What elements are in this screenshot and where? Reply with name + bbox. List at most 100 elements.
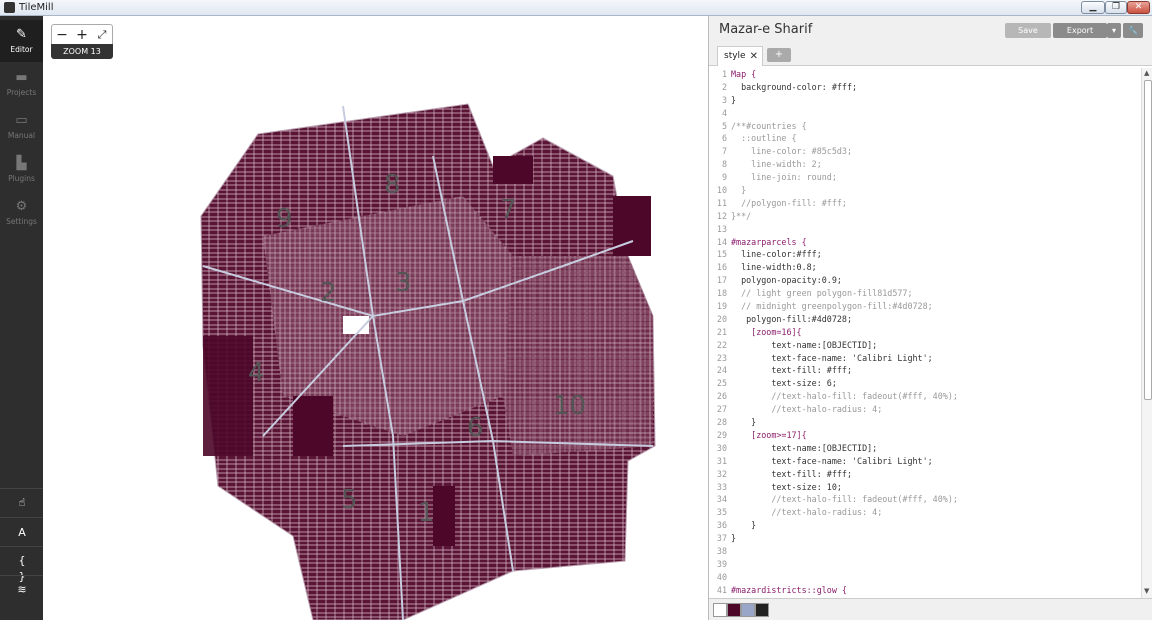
code-line[interactable] (731, 545, 958, 558)
district-label: 3 (395, 268, 412, 298)
sidebar-item-plugins[interactable]: ▙ Plugins (0, 149, 43, 191)
district-label: 8 (384, 170, 401, 200)
folder-icon: ▬ (15, 70, 28, 85)
wrench-icon[interactable]: 🔧 (1123, 23, 1143, 38)
code-line[interactable]: ::outline { (731, 132, 958, 145)
sidebar-item-settings[interactable]: ⚙ Settings (0, 192, 43, 234)
code-line[interactable]: // light green polygon-fill81d577; (731, 287, 958, 300)
zoom-in-button[interactable]: + (73, 27, 91, 43)
code-line[interactable]: /**#countries { (731, 120, 958, 133)
code-line[interactable] (731, 558, 958, 571)
code-line[interactable]: background-color: #fff; (731, 81, 958, 94)
tab-style[interactable]: style ✕ (717, 46, 763, 66)
code-line[interactable]: } (731, 532, 958, 545)
code-lines[interactable]: Map { background-color: #fff;} /**#countr… (731, 68, 958, 597)
app-sidebar: ✎ Editor ▬ Projects ▭ Manual ▙ Plugins ⚙… (0, 16, 43, 620)
district-label: 9 (276, 204, 293, 234)
export-button[interactable]: Export (1053, 23, 1107, 38)
hand-pointer-icon[interactable]: ☝ (14, 495, 30, 511)
editor-header: Mazar-e Sharif Save Export ▾ 🔧 style ✕ + (709, 16, 1152, 66)
code-line[interactable]: #mazarparcels { (731, 236, 958, 249)
code-line[interactable]: //text-halo-radius: 4; (731, 403, 958, 416)
font-icon[interactable]: A (14, 525, 30, 541)
scroll-down-icon[interactable]: ▼ (1144, 587, 1149, 595)
line-number: 26 (716, 391, 727, 402)
code-line[interactable]: text-size: 6; (731, 377, 958, 390)
code-line[interactable]: [zoom=16]{ (731, 326, 958, 339)
save-button[interactable]: Save (1005, 23, 1051, 38)
sidebar-item-label: Editor (10, 45, 33, 54)
color-swatch[interactable] (741, 603, 755, 617)
color-swatch[interactable] (727, 603, 741, 617)
code-line[interactable]: } (731, 94, 958, 107)
code-line[interactable]: line-width: 2; (731, 158, 958, 171)
code-line[interactable]: text-face-name: 'Calibri Light'; (731, 455, 958, 468)
scroll-up-icon[interactable]: ▲ (1144, 69, 1149, 77)
code-line[interactable]: text-size: 10; (731, 481, 958, 494)
code-line[interactable]: //text-halo-fill: fadeout(#fff, 40%); (731, 493, 958, 506)
map-canvas[interactable]: 1 2 3 4 5 6 7 8 9 10 − + ⤢ ZOOM 13 (43, 16, 708, 620)
fullscreen-icon[interactable]: ⤢ (93, 27, 111, 43)
close-window-button[interactable]: ✕ (1127, 1, 1150, 14)
code-line[interactable]: text-fill: #fff; (731, 364, 958, 377)
code-line[interactable]: text-name:[OBJECTID]; (731, 442, 958, 455)
code-line[interactable]: } (731, 519, 958, 532)
sidebar-item-manual[interactable]: ▭ Manual (0, 106, 43, 148)
code-line[interactable]: // midnight greenpolygon-fill:#4d0728; (731, 300, 958, 313)
code-line[interactable]: polygon-opacity:0.9; (731, 274, 958, 287)
gear-icon: ⚙ (15, 199, 28, 214)
code-line[interactable] (731, 223, 958, 236)
line-number: 23 (716, 352, 727, 363)
divider (0, 546, 43, 547)
code-line[interactable]: //text-halo-radius: 4; (731, 506, 958, 519)
divider (0, 488, 43, 489)
code-line[interactable] (731, 571, 958, 584)
code-line[interactable]: }**/ (731, 210, 958, 223)
braces-icon[interactable]: { } (14, 553, 30, 583)
project-title: Mazar-e Sharif (719, 22, 813, 37)
minimize-button[interactable]: ▁ (1081, 1, 1105, 14)
line-number: 2 (721, 81, 727, 92)
line-number: 28 (716, 417, 727, 428)
sidebar-item-projects[interactable]: ▬ Projects (0, 63, 43, 105)
line-number: 6 (721, 133, 727, 144)
code-line[interactable]: line-join: round; (731, 171, 958, 184)
code-line[interactable]: text-face-name: 'Calibri Light'; (731, 352, 958, 365)
line-number: 20 (716, 313, 727, 324)
add-tab-button[interactable]: + (767, 48, 791, 62)
line-number: 21 (716, 326, 727, 337)
code-line[interactable]: text-fill: #fff; (731, 468, 958, 481)
map-svg[interactable]: 1 2 3 4 5 6 7 8 9 10 (43, 16, 708, 620)
color-swatch[interactable] (755, 603, 769, 617)
line-number: 3 (721, 94, 727, 105)
code-line[interactable]: polygon-fill:#4d0728; (731, 313, 958, 326)
code-line[interactable]: line-color:#fff; (731, 248, 958, 261)
layers-icon[interactable]: ≋ (14, 582, 30, 598)
scrollbar-thumb[interactable] (1144, 80, 1152, 400)
code-line[interactable]: line-color: #85c5d3; (731, 145, 958, 158)
export-dropdown-button[interactable]: ▾ (1107, 23, 1121, 38)
code-line[interactable]: line-width:0.8; (731, 261, 958, 274)
color-swatch[interactable] (713, 603, 727, 617)
line-number: 11 (716, 197, 727, 208)
code-line[interactable]: [zoom>=17]{ (731, 429, 958, 442)
line-number: 24 (716, 365, 727, 376)
code-line[interactable]: text-name:[OBJECTID]; (731, 339, 958, 352)
code-line[interactable]: #mazardistricts::glow { (731, 584, 958, 597)
code-editor[interactable]: 1 2 3 4 5 6 7 8 9 10 11 12 13 14 15 16 17 18 19 20 21 22 23 24 2… (709, 68, 1141, 598)
line-number: 14 (716, 236, 727, 247)
sidebar-item-editor[interactable]: ✎ Editor (0, 20, 43, 62)
code-line[interactable]: //text-halo-fill: fadeout(#fff, 40%); (731, 390, 958, 403)
line-number: 7 (721, 146, 727, 157)
maximize-button[interactable]: ❐ (1105, 1, 1127, 14)
zoom-out-button[interactable]: − (53, 27, 71, 43)
vertical-scrollbar[interactable]: ▲ ▼ (1141, 68, 1152, 598)
close-icon[interactable]: ✕ (750, 47, 758, 66)
code-line[interactable]: } (731, 416, 958, 429)
code-line[interactable]: //polygon-fill: #fff; (731, 197, 958, 210)
line-number: 40 (716, 571, 727, 582)
code-line[interactable]: } (731, 184, 958, 197)
code-line[interactable] (731, 107, 958, 120)
code-line[interactable]: Map { (731, 68, 958, 81)
line-number: 4 (721, 107, 727, 118)
